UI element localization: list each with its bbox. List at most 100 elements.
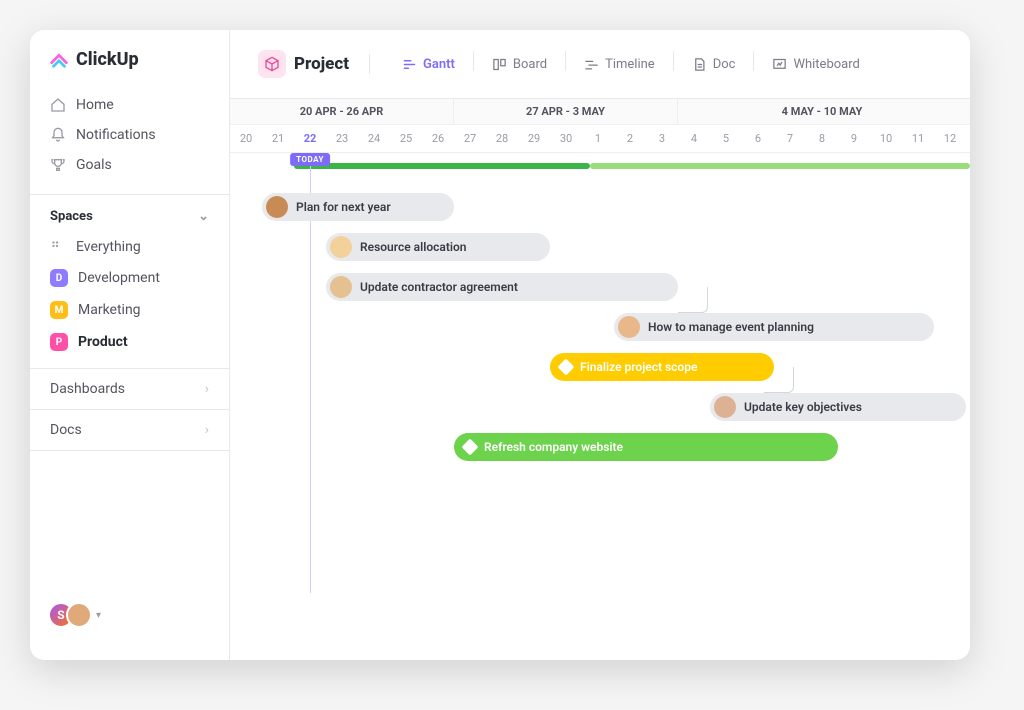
day-header: 23	[326, 125, 358, 152]
space-everything[interactable]: Everything	[30, 232, 229, 262]
assignee-avatar	[714, 396, 736, 418]
sidebar: ClickUp Home Notifications Goals	[30, 30, 230, 660]
nav-dashboards[interactable]: Dashboards ›	[30, 369, 229, 410]
divider	[673, 51, 674, 71]
tab-label: Board	[513, 57, 547, 72]
nav-notifications[interactable]: Notifications	[40, 120, 219, 150]
assignee-avatar	[266, 196, 288, 218]
task-label: Update key objectives	[744, 400, 862, 414]
timeline-icon	[584, 57, 599, 72]
whiteboard-icon	[772, 57, 787, 72]
gantt-task-bar[interactable]: Resource allocation	[326, 233, 550, 261]
avatar	[66, 602, 92, 628]
tab-label: Timeline	[605, 57, 655, 72]
day-header: 9	[838, 125, 870, 152]
nav-label: Docs	[50, 422, 82, 438]
day-header: 6	[742, 125, 774, 152]
task-label: How to manage event planning	[648, 320, 814, 334]
gantt-task-bar[interactable]: Update key objectives	[710, 393, 966, 421]
clickup-logo-icon	[48, 48, 70, 70]
day-header: 21	[262, 125, 294, 152]
nav-docs[interactable]: Docs ›	[30, 410, 229, 451]
space-product[interactable]: P Product	[30, 326, 229, 358]
spaces-header[interactable]: Spaces ⌄	[30, 194, 229, 232]
week-header: 4 MAY - 10 MAY	[678, 99, 966, 124]
gantt-timeline: 20 APR - 26 APR27 APR - 3 MAY4 MAY - 10 …	[230, 99, 970, 660]
main-panel: Project Gantt Board	[230, 30, 970, 660]
day-header: 7	[774, 125, 806, 152]
nav-home[interactable]: Home	[40, 90, 219, 120]
tab-doc[interactable]: Doc	[682, 51, 746, 78]
progress-remaining	[590, 163, 970, 169]
divider	[565, 51, 566, 71]
task-label: Resource allocation	[360, 240, 466, 254]
brand-logo[interactable]: ClickUp	[30, 48, 229, 84]
day-header: 11	[902, 125, 934, 152]
day-header: 28	[486, 125, 518, 152]
gantt-task-bar[interactable]: Finalize project scope	[550, 353, 774, 381]
assignee-avatar	[618, 316, 640, 338]
day-header-row: 2021222324252627282930123456789101112	[230, 125, 970, 153]
progress-complete	[294, 163, 590, 169]
project-selector[interactable]: Project	[248, 44, 359, 84]
gantt-task-bar[interactable]: Refresh company website	[454, 433, 838, 461]
home-icon	[50, 97, 66, 113]
day-header: 12	[934, 125, 966, 152]
topbar: Project Gantt Board	[230, 30, 970, 99]
presence-bar[interactable]: S ▾	[30, 588, 229, 642]
chevron-right-icon: ›	[205, 422, 209, 438]
cube-icon	[258, 50, 286, 78]
gantt-task-bar[interactable]: How to manage event planning	[614, 313, 934, 341]
caret-down-icon: ▾	[96, 610, 101, 621]
tab-timeline[interactable]: Timeline	[574, 51, 665, 78]
nav-label: Notifications	[76, 127, 156, 143]
gantt-task-bar[interactable]: Update contractor agreement	[326, 273, 678, 301]
day-header: 2	[614, 125, 646, 152]
project-title: Project	[294, 54, 349, 74]
chevron-down-icon: ⌄	[198, 209, 209, 224]
divider	[473, 51, 474, 71]
assignee-avatar	[330, 276, 352, 298]
nav-primary: Home Notifications Goals	[30, 84, 229, 186]
today-badge: TODAY	[290, 153, 330, 166]
space-badge: P	[50, 333, 68, 351]
view-tabs: Gantt Board Timeline	[392, 51, 870, 78]
assignee-avatar	[330, 236, 352, 258]
day-header: 4	[678, 125, 710, 152]
day-header: 27	[454, 125, 486, 152]
nav-goals[interactable]: Goals	[40, 150, 219, 180]
week-header: 20 APR - 26 APR	[230, 99, 454, 124]
nav-secondary: Dashboards › Docs ›	[30, 368, 229, 451]
day-header: 26	[422, 125, 454, 152]
task-label: Plan for next year	[296, 200, 391, 214]
gantt-icon	[402, 57, 417, 72]
brand-name: ClickUp	[76, 49, 139, 70]
day-header: 1	[582, 125, 614, 152]
task-label: Refresh company website	[484, 440, 623, 454]
task-label: Update contractor agreement	[360, 280, 518, 294]
space-development[interactable]: D Development	[30, 262, 229, 294]
trophy-icon	[50, 157, 66, 173]
tab-whiteboard[interactable]: Whiteboard	[762, 51, 869, 78]
chevron-right-icon: ›	[205, 381, 209, 397]
spaces-title: Spaces	[50, 209, 93, 224]
gantt-task-bar[interactable]: Plan for next year	[262, 193, 454, 221]
nav-label: Goals	[76, 157, 112, 173]
tab-gantt[interactable]: Gantt	[392, 51, 465, 78]
milestone-icon	[462, 439, 479, 456]
day-header: 24	[358, 125, 390, 152]
dependency-line	[678, 287, 708, 313]
space-badge: M	[50, 301, 68, 319]
day-header: 20	[230, 125, 262, 152]
doc-icon	[692, 57, 707, 72]
day-header: 25	[390, 125, 422, 152]
space-label: Marketing	[78, 302, 141, 318]
space-badge: D	[50, 269, 68, 287]
tab-board[interactable]: Board	[482, 51, 557, 78]
divider	[753, 51, 754, 71]
space-label: Everything	[76, 239, 141, 255]
space-marketing[interactable]: M Marketing	[30, 294, 229, 326]
gantt-body[interactable]: TODAY Plan for next year Resource allocat…	[230, 153, 970, 593]
day-header: 5	[710, 125, 742, 152]
week-header: 27 APR - 3 MAY	[454, 99, 678, 124]
